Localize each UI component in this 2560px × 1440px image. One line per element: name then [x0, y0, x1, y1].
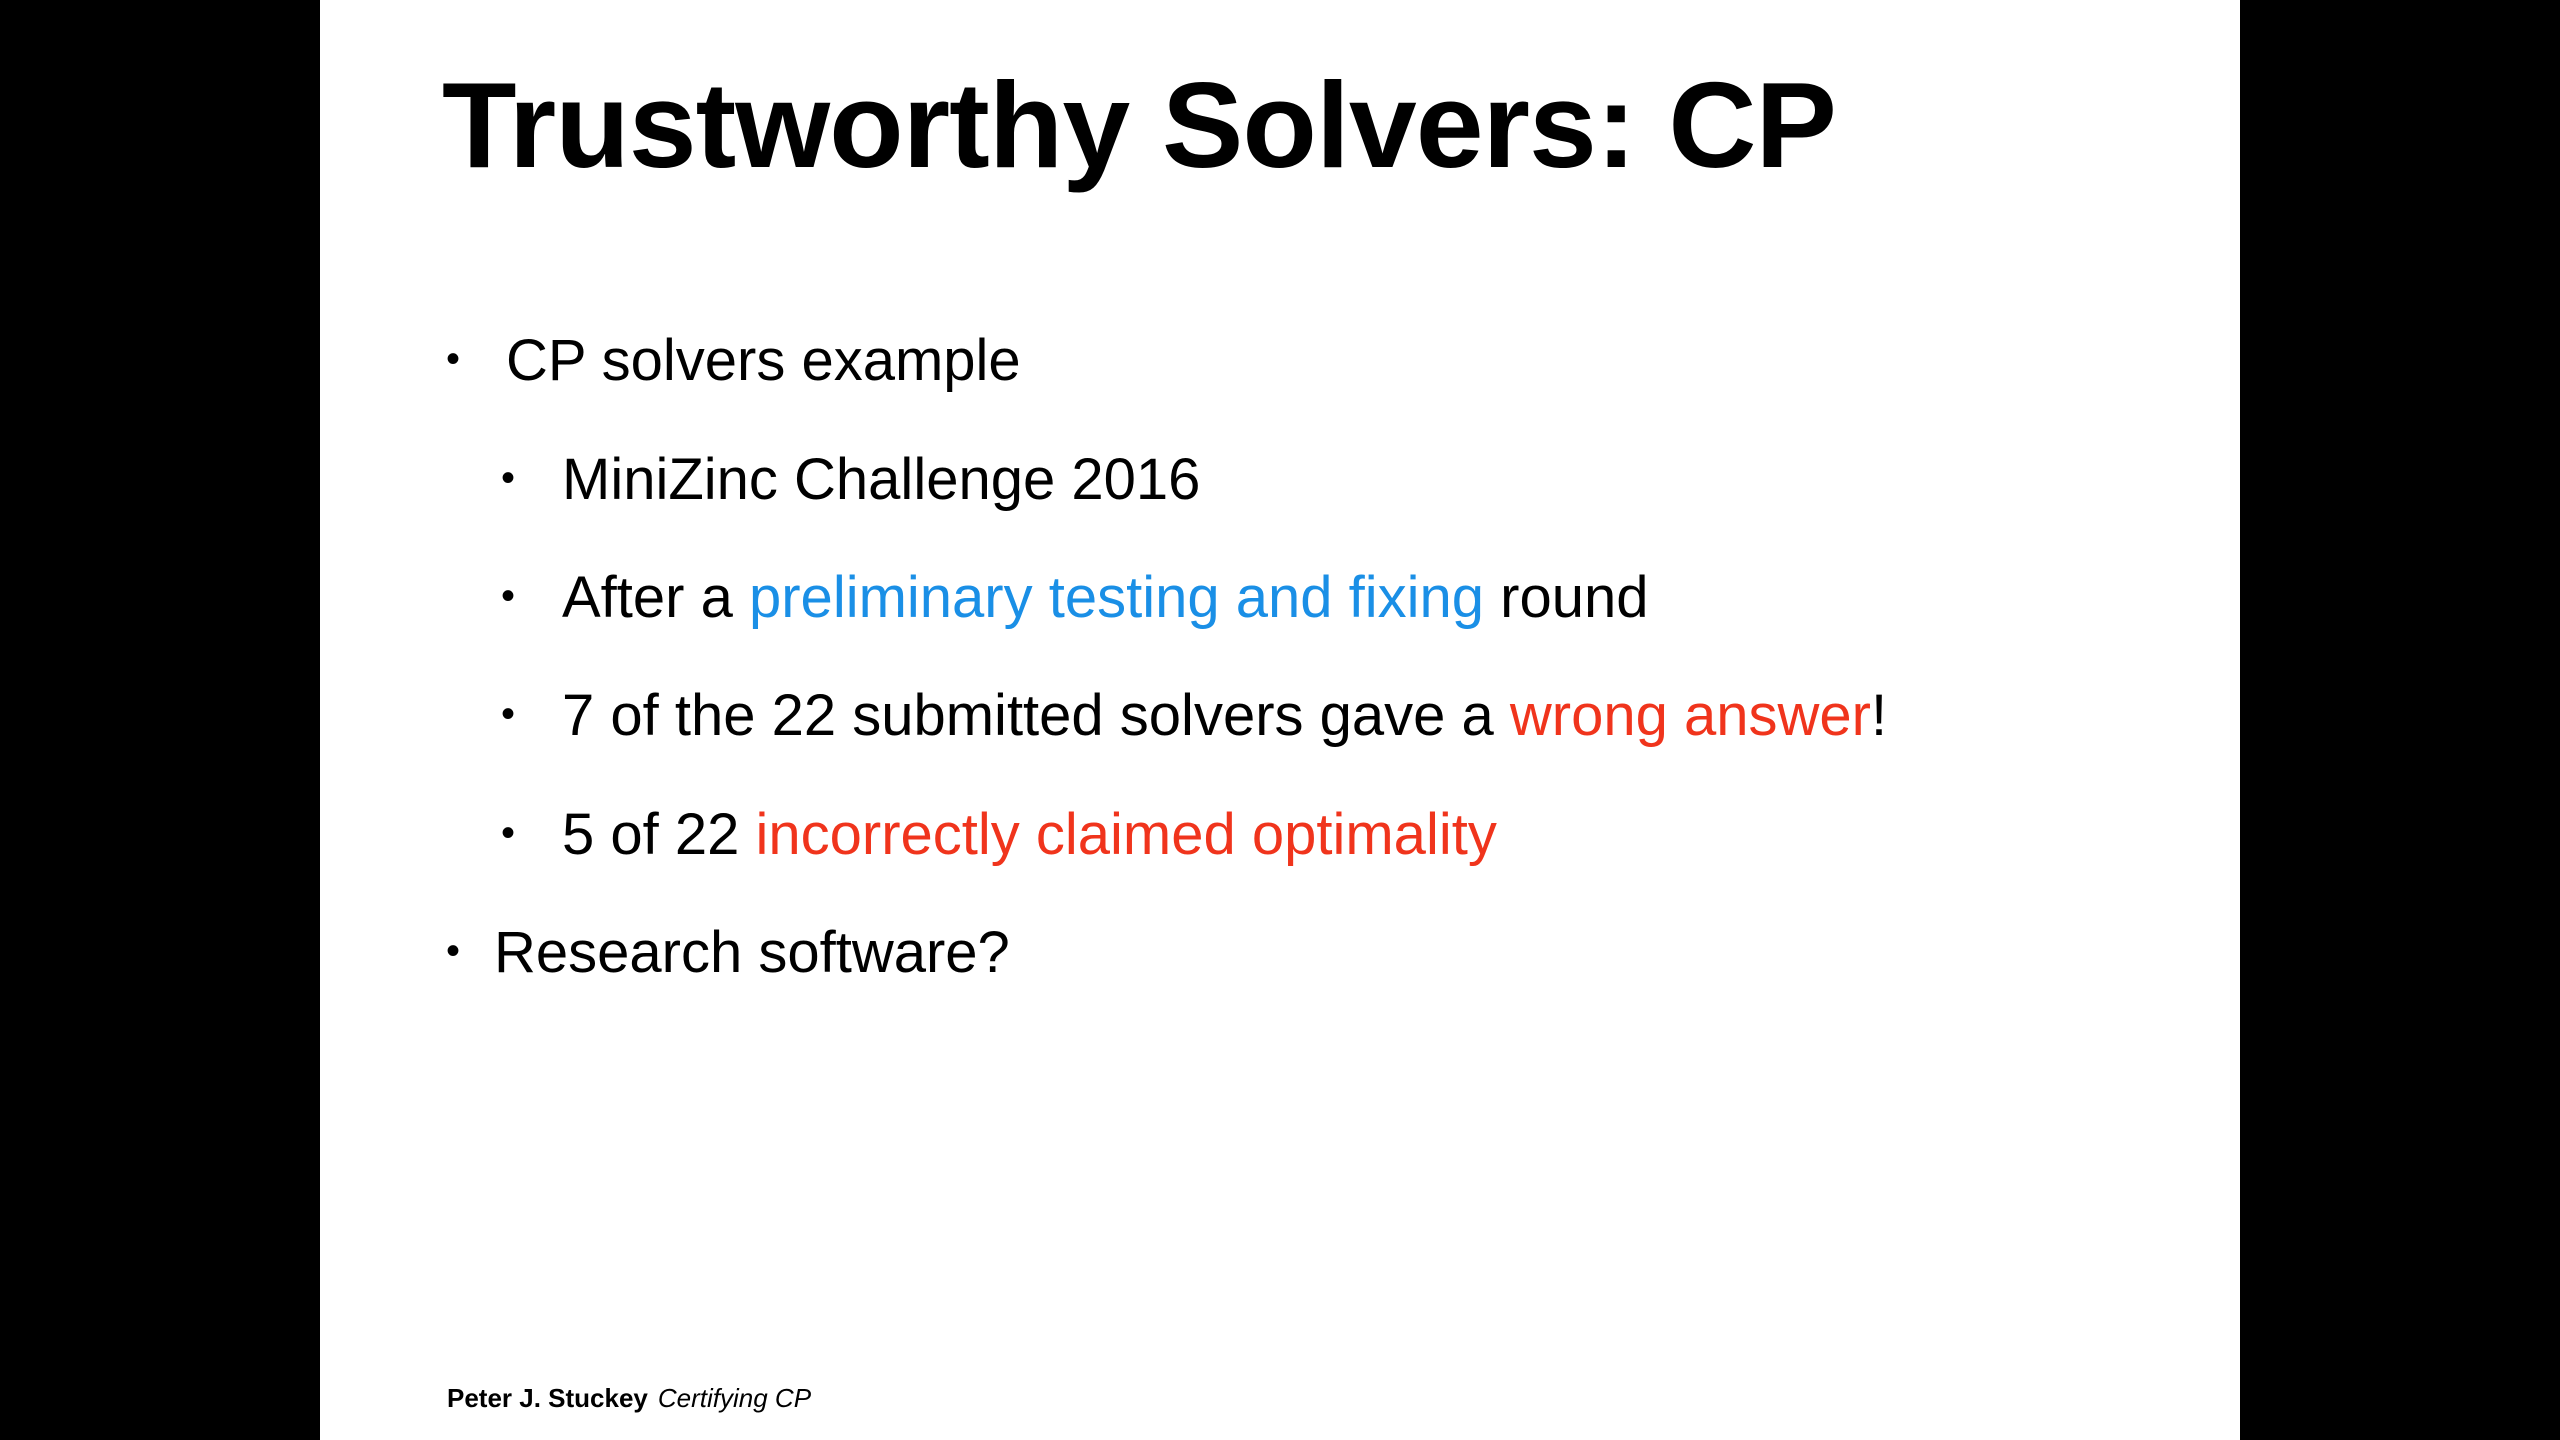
bullet-dot: •	[501, 574, 516, 618]
highlight-red: incorrectly claimed optimality	[755, 802, 1497, 867]
text-before: 7 of the 22 submitted solvers gave a	[562, 683, 1510, 748]
footer-author: Peter J. Stuckey	[447, 1383, 648, 1413]
bullet-text: CP solvers example	[506, 328, 1021, 393]
bullet-dot: •	[501, 456, 516, 500]
slide-title: Trustworthy Solvers: CP	[442, 57, 1837, 193]
bullet-dot: •	[501, 692, 516, 736]
bullet-dot: •	[501, 811, 516, 855]
slide-footer: Peter J. Stuckey Certifying CP	[447, 1383, 811, 1414]
bullet-text: 7 of the 22 submitted solvers gave a wro…	[562, 687, 1887, 745]
text-before: 5 of 22	[562, 802, 756, 867]
text-before: After a	[562, 565, 749, 630]
bullet-dot: •	[446, 337, 461, 381]
bullet-text: After a preliminary testing and fixing r…	[562, 569, 1648, 627]
slide: Trustworthy Solvers: CP • CP solvers exa…	[320, 0, 2240, 1440]
bullet-text: MiniZinc Challenge 2016	[562, 447, 1201, 512]
footer-topic: Certifying CP	[657, 1383, 812, 1413]
text-after: !	[1870, 683, 1888, 748]
bullet-text: 5 of 22 incorrectly claimed optimality	[562, 806, 1497, 864]
highlight-red: wrong answer	[1509, 683, 1871, 748]
text-after: round	[1484, 565, 1649, 630]
bullet-text: Research software?	[494, 920, 1010, 985]
highlight-blue: preliminary testing and fixing	[748, 565, 1485, 630]
bullet-dot: •	[446, 929, 461, 973]
